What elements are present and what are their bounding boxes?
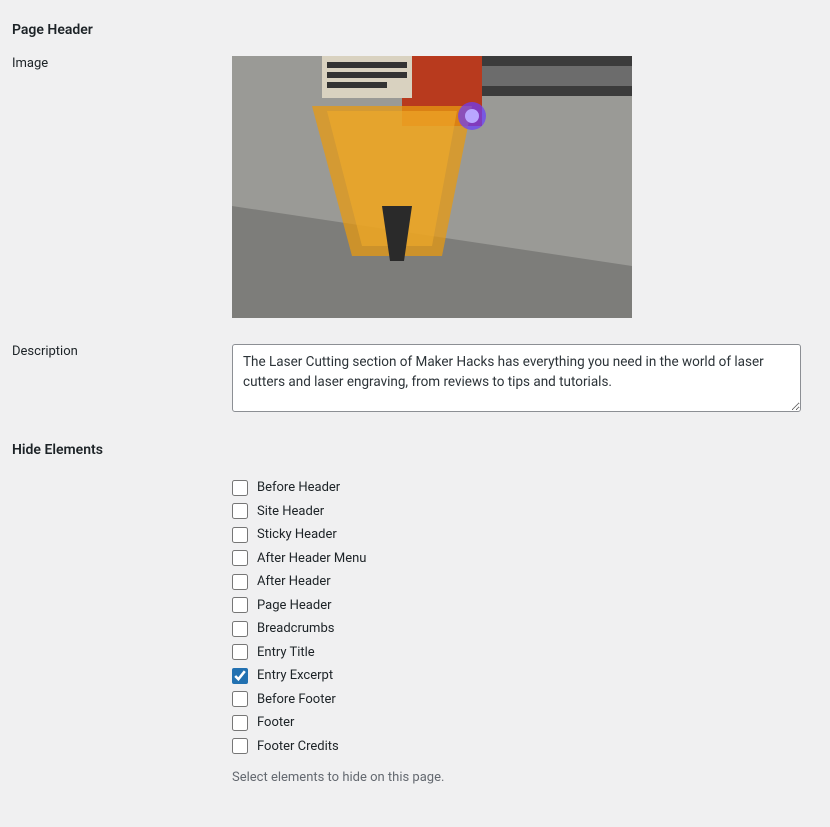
- hide-elements-heading: Hide Elements: [12, 442, 818, 458]
- hide-after_header_menu-checkbox[interactable]: [232, 550, 248, 566]
- hide-before_header-row: Before Header: [232, 476, 818, 500]
- hide-breadcrumbs-row: Breadcrumbs: [232, 617, 818, 641]
- hide-site_header-checkbox[interactable]: [232, 503, 248, 519]
- hide-breadcrumbs-checkbox[interactable]: [232, 621, 248, 637]
- hide-footer_credits-label[interactable]: Footer Credits: [257, 739, 339, 754]
- hide-footer-checkbox[interactable]: [232, 715, 248, 731]
- hide-entry_excerpt-label[interactable]: Entry Excerpt: [257, 668, 333, 683]
- hide-site_header-row: Site Header: [232, 500, 818, 524]
- hide-footer_credits-checkbox[interactable]: [232, 738, 248, 754]
- hide-entry_excerpt-row: Entry Excerpt: [232, 664, 818, 688]
- hide-sticky_header-row: Sticky Header: [232, 523, 818, 547]
- hide-before_header-label[interactable]: Before Header: [257, 480, 340, 495]
- description-row: Description: [12, 344, 818, 416]
- hide-footer_credits-row: Footer Credits: [232, 735, 818, 759]
- hide-entry_title-row: Entry Title: [232, 641, 818, 665]
- hide-page_header-checkbox[interactable]: [232, 597, 248, 613]
- image-row: Image: [12, 56, 818, 318]
- hide-before_header-checkbox[interactable]: [232, 480, 248, 496]
- hide-page_header-row: Page Header: [232, 594, 818, 618]
- hide-after_header-label[interactable]: After Header: [257, 574, 331, 589]
- hide-elements-help: Select elements to hide on this page.: [232, 770, 818, 785]
- hide-before_footer-row: Before Footer: [232, 688, 818, 712]
- hide-entry_title-checkbox[interactable]: [232, 644, 248, 660]
- hide-sticky_header-checkbox[interactable]: [232, 527, 248, 543]
- hide-entry_excerpt-checkbox[interactable]: [232, 668, 248, 684]
- hide-sticky_header-label[interactable]: Sticky Header: [257, 527, 337, 542]
- hide-after_header_menu-row: After Header Menu: [232, 547, 818, 571]
- page-header-heading: Page Header: [12, 22, 818, 38]
- hide-before_footer-checkbox[interactable]: [232, 691, 248, 707]
- hide-footer-label[interactable]: Footer: [257, 715, 294, 730]
- hide-after_header-checkbox[interactable]: [232, 574, 248, 590]
- image-label: Image: [12, 56, 232, 71]
- header-image-preview[interactable]: [232, 56, 632, 318]
- hide-entry_title-label[interactable]: Entry Title: [257, 645, 315, 660]
- hide-after_header-row: After Header: [232, 570, 818, 594]
- description-textarea[interactable]: [232, 344, 801, 412]
- hide-site_header-label[interactable]: Site Header: [257, 504, 324, 519]
- hide-before_footer-label[interactable]: Before Footer: [257, 692, 336, 707]
- hide-page_header-label[interactable]: Page Header: [257, 598, 332, 613]
- hide-breadcrumbs-label[interactable]: Breadcrumbs: [257, 621, 334, 636]
- hide-after_header_menu-label[interactable]: After Header Menu: [257, 551, 366, 566]
- description-label: Description: [12, 344, 232, 359]
- hide-elements-row: Before Header Site Header Sticky Header Aft…: [12, 476, 818, 785]
- hide-footer-row: Footer: [232, 711, 818, 735]
